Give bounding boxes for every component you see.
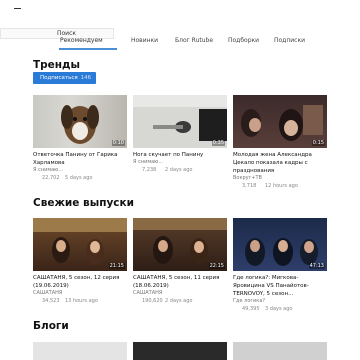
video-title[interactable]: Молодая жена Александра Цекало показала …: [233, 151, 327, 175]
video-card[interactable]: 0:10 Ответочка Панину от Гарика Харламов…: [33, 95, 127, 182]
video-age: 2 days ago: [165, 167, 193, 173]
video-duration: 22:15: [208, 263, 225, 269]
video-age: 2 days ago: [165, 298, 193, 304]
video-stats: 49,395 3 days ago: [233, 305, 327, 313]
video-author[interactable]: САШАТАНЯ: [133, 290, 227, 297]
video-thumbnail[interactable]: 0:35: [133, 95, 227, 148]
video-title[interactable]: САШАТАНЯ, 5 сезон, 11 серия (18.06.2019): [133, 274, 227, 290]
subscribe-button[interactable]: Подписаться 146: [33, 72, 96, 84]
video-thumbnail[interactable]: [233, 342, 327, 360]
video-duration: 47:13: [308, 263, 325, 269]
video-author[interactable]: Я снимаю...: [33, 167, 127, 174]
video-stats: 7,238 2 days ago: [133, 166, 227, 174]
video-age: 13 hours ago: [65, 298, 98, 304]
menu-icon[interactable]: [14, 8, 21, 9]
video-thumbnail[interactable]: 22:15: [133, 218, 227, 271]
video-age: 12 hours ago: [265, 183, 298, 189]
active-tab-indicator: [59, 48, 117, 50]
video-author[interactable]: Вокруг+ТВ: [233, 175, 327, 182]
video-views: 7,238: [142, 167, 157, 173]
section-title-trends: Тренды: [33, 59, 81, 71]
video-duration: 0:10: [111, 140, 125, 146]
video-title[interactable]: Нога скучает по Панину: [133, 151, 227, 159]
video-card[interactable]: 22:15 САШАТАНЯ, 5 сезон, 11 серия (18.06…: [133, 218, 227, 305]
section-title-blogs: Блоги: [33, 320, 69, 332]
video-thumbnail[interactable]: 0:15: [233, 95, 327, 148]
video-author[interactable]: Я снимаю...: [133, 159, 227, 166]
video-thumbnail[interactable]: 47:13: [233, 218, 327, 271]
video-views: 190,620: [142, 298, 163, 304]
video-title[interactable]: Где логика?: Мигкова-Яровицина VS Панайо…: [233, 274, 327, 298]
subscribe-label: Подписаться: [40, 75, 78, 81]
video-stats: 190,620 2 days ago: [133, 297, 227, 305]
video-card[interactable]: 0:35 Нога скучает по Панину Я снимаю... …: [133, 95, 227, 174]
video-card[interactable]: 0:15 Молодая жена Александра Цекало пока…: [233, 95, 327, 190]
video-thumbnail[interactable]: [133, 342, 227, 360]
video-title[interactable]: Ответочка Панину от Гарика Харламова: [33, 151, 127, 167]
video-title[interactable]: САШАТАНЯ, 5 сезон, 12 серия (19.06.2019): [33, 274, 127, 290]
tab-subscriptions[interactable]: Подписки: [274, 37, 305, 44]
video-views: 3,718: [242, 183, 257, 189]
video-thumbnail[interactable]: 21:15: [33, 218, 127, 271]
video-author[interactable]: Где логика?: [233, 298, 327, 305]
video-views: 22,702: [42, 175, 60, 181]
tab-collections[interactable]: Подборки: [228, 37, 259, 44]
video-duration: 0:35: [211, 140, 225, 146]
tab-new[interactable]: Новинки: [131, 37, 158, 44]
video-card[interactable]: 47:13 Где логика?: Мигкова-Яровицина VS …: [233, 218, 327, 313]
video-thumbnail[interactable]: 0:10: [33, 95, 127, 148]
video-views: 49,395: [242, 306, 260, 312]
video-card[interactable]: 21:15 САШАТАНЯ, 5 сезон, 12 серия (19.06…: [33, 218, 127, 305]
video-age: 3 days ago: [265, 306, 293, 312]
video-stats: 3,718 12 hours ago: [233, 182, 327, 190]
video-thumbnail[interactable]: [33, 342, 127, 360]
tabs-bar: Рекомендуем Новинки Блог Rutube Подборки…: [0, 37, 360, 51]
video-duration: 21:15: [108, 263, 125, 269]
tab-recommended[interactable]: Рекомендуем: [60, 37, 103, 44]
video-stats: 22,702 5 days ago: [33, 174, 127, 182]
video-stats: 34,523 13 hours ago: [33, 297, 127, 305]
video-author[interactable]: САШАТАНЯ: [33, 290, 127, 297]
section-title-fresh: Свежие выпуски: [33, 197, 135, 209]
video-age: 5 days ago: [65, 175, 93, 181]
subscribe-count: 146: [80, 75, 92, 81]
video-views: 34,523: [42, 298, 60, 304]
video-duration: 0:15: [311, 140, 325, 146]
tab-blog-rutube[interactable]: Блог Rutube: [175, 37, 213, 44]
